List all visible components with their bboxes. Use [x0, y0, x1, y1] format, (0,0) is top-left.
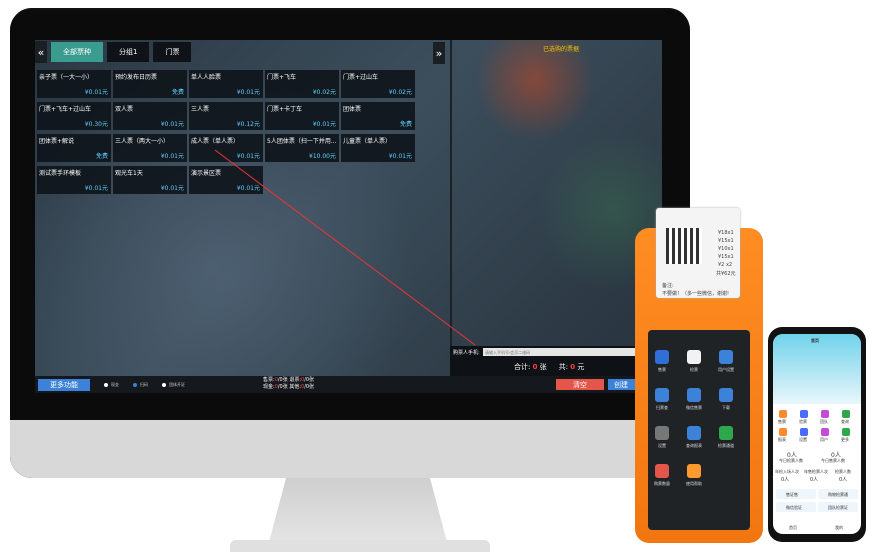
phone-app-label: 验票	[799, 419, 807, 424]
pos-app-label: 检票通道	[718, 443, 734, 448]
receipt-note: 备注:	[662, 283, 674, 289]
mini-stat-label: 检票人数	[835, 469, 851, 474]
mini-stat-value: 0人	[781, 477, 790, 483]
phone-app-icon[interactable]	[800, 428, 808, 436]
mini-stat-value: 0人	[839, 477, 848, 483]
pos-app-icon[interactable]	[655, 426, 669, 440]
pos-app-icon[interactable]	[687, 426, 701, 440]
receipt-line: ¥10x1	[718, 246, 734, 252]
pos-app-label: 设置	[658, 443, 666, 448]
mini-stat-label: 年售检票人次	[804, 469, 828, 474]
pos-app-icon[interactable]	[719, 388, 733, 402]
receipt-line: ¥15x1	[718, 254, 734, 260]
phone-app-label: 团队	[820, 419, 828, 424]
monitor-chin	[10, 420, 690, 478]
pos-app-icon[interactable]	[655, 350, 669, 364]
pos-app-icon[interactable]	[687, 350, 701, 364]
pos-app-icon[interactable]	[719, 350, 733, 364]
phone-app-icon[interactable]	[821, 428, 829, 436]
pointer-line	[214, 149, 476, 346]
receipt-line: ¥15x1	[718, 238, 734, 244]
phone-app-icon[interactable]	[842, 428, 850, 436]
pos-app-label: 微信售票	[686, 405, 702, 410]
pos-app-label: 售票	[658, 367, 666, 372]
pos-app-icon[interactable]	[655, 464, 669, 478]
phone-screen: 首页 售票 验票 团队 查询 报表 设置 用户 更多 0人 今日检票人数 0人 今日售票人数 …	[773, 334, 861, 534]
phone-app-label: 查询	[841, 419, 849, 424]
card-label: 今日检票人数	[779, 458, 803, 463]
phone-title: 首页	[811, 338, 819, 343]
phone-button[interactable]: 购物检票通	[818, 489, 858, 499]
pos-app-label: 下载	[722, 405, 730, 410]
pos-app-label: 使用帮助	[686, 481, 702, 486]
phone-button[interactable]: 微信验证	[776, 502, 816, 512]
receipt-line: ¥18x1	[718, 230, 734, 236]
nav-mine[interactable]: 我的	[835, 525, 843, 531]
receipt-message: 不要做！（多一些微信，谢谢!	[662, 291, 730, 297]
pos-app-label: 扫票查	[656, 405, 668, 410]
ticketing-screen: « 全部票种 分组1 门票 » 已选购的票据 亲子票（一大一小） ¥0.01元 预约…	[35, 40, 662, 393]
phone-app-label: 售票	[778, 419, 786, 424]
phone-button[interactable]: 售证售	[776, 489, 816, 499]
receipt-line: 共¥62元	[716, 271, 736, 277]
pos-app-icon[interactable]	[655, 388, 669, 402]
qr-code-icon	[666, 228, 702, 264]
pos-app-label: 用户设置	[718, 367, 734, 372]
phone-app-label: 用户	[820, 437, 828, 442]
phone-button-label: 微信验证	[786, 505, 802, 510]
pos-app-label: 购票数量	[654, 481, 670, 486]
phone-app-label: 报表	[778, 437, 786, 442]
card-label: 今日售票人数	[821, 458, 845, 463]
pointer-line-segment	[214, 149, 476, 346]
mini-stat-label: 年检入场人次	[775, 469, 799, 474]
phone-button[interactable]: 团队检票证	[818, 502, 858, 512]
pos-app-icon[interactable]	[719, 426, 733, 440]
phone-app-icon[interactable]	[779, 428, 787, 436]
phone-app-label: 设置	[799, 437, 807, 442]
phone-button-label: 购物检票通	[828, 492, 848, 497]
phone-button-label: 售证售	[786, 492, 798, 497]
pos-app-icon[interactable]	[687, 388, 701, 402]
phone-app-icon[interactable]	[842, 410, 850, 418]
phone-button-label: 团队检票证	[828, 505, 848, 510]
monitor-stand	[268, 478, 448, 546]
phone-banner	[773, 334, 861, 404]
receipt-line: ¥2 x2	[718, 262, 733, 268]
mini-stat-value: 0人	[810, 477, 819, 483]
monitor-base	[230, 540, 490, 552]
nav-home[interactable]: 首页	[789, 525, 797, 531]
pos-app-label: 检票	[690, 367, 698, 372]
phone-app-icon[interactable]	[821, 410, 829, 418]
pos-app-icon[interactable]	[687, 464, 701, 478]
pos-app-label: 查询报表	[686, 443, 702, 448]
phone-app-icon[interactable]	[779, 410, 787, 418]
phone-app-icon[interactable]	[800, 410, 808, 418]
phone-app-label: 更多	[841, 437, 849, 442]
